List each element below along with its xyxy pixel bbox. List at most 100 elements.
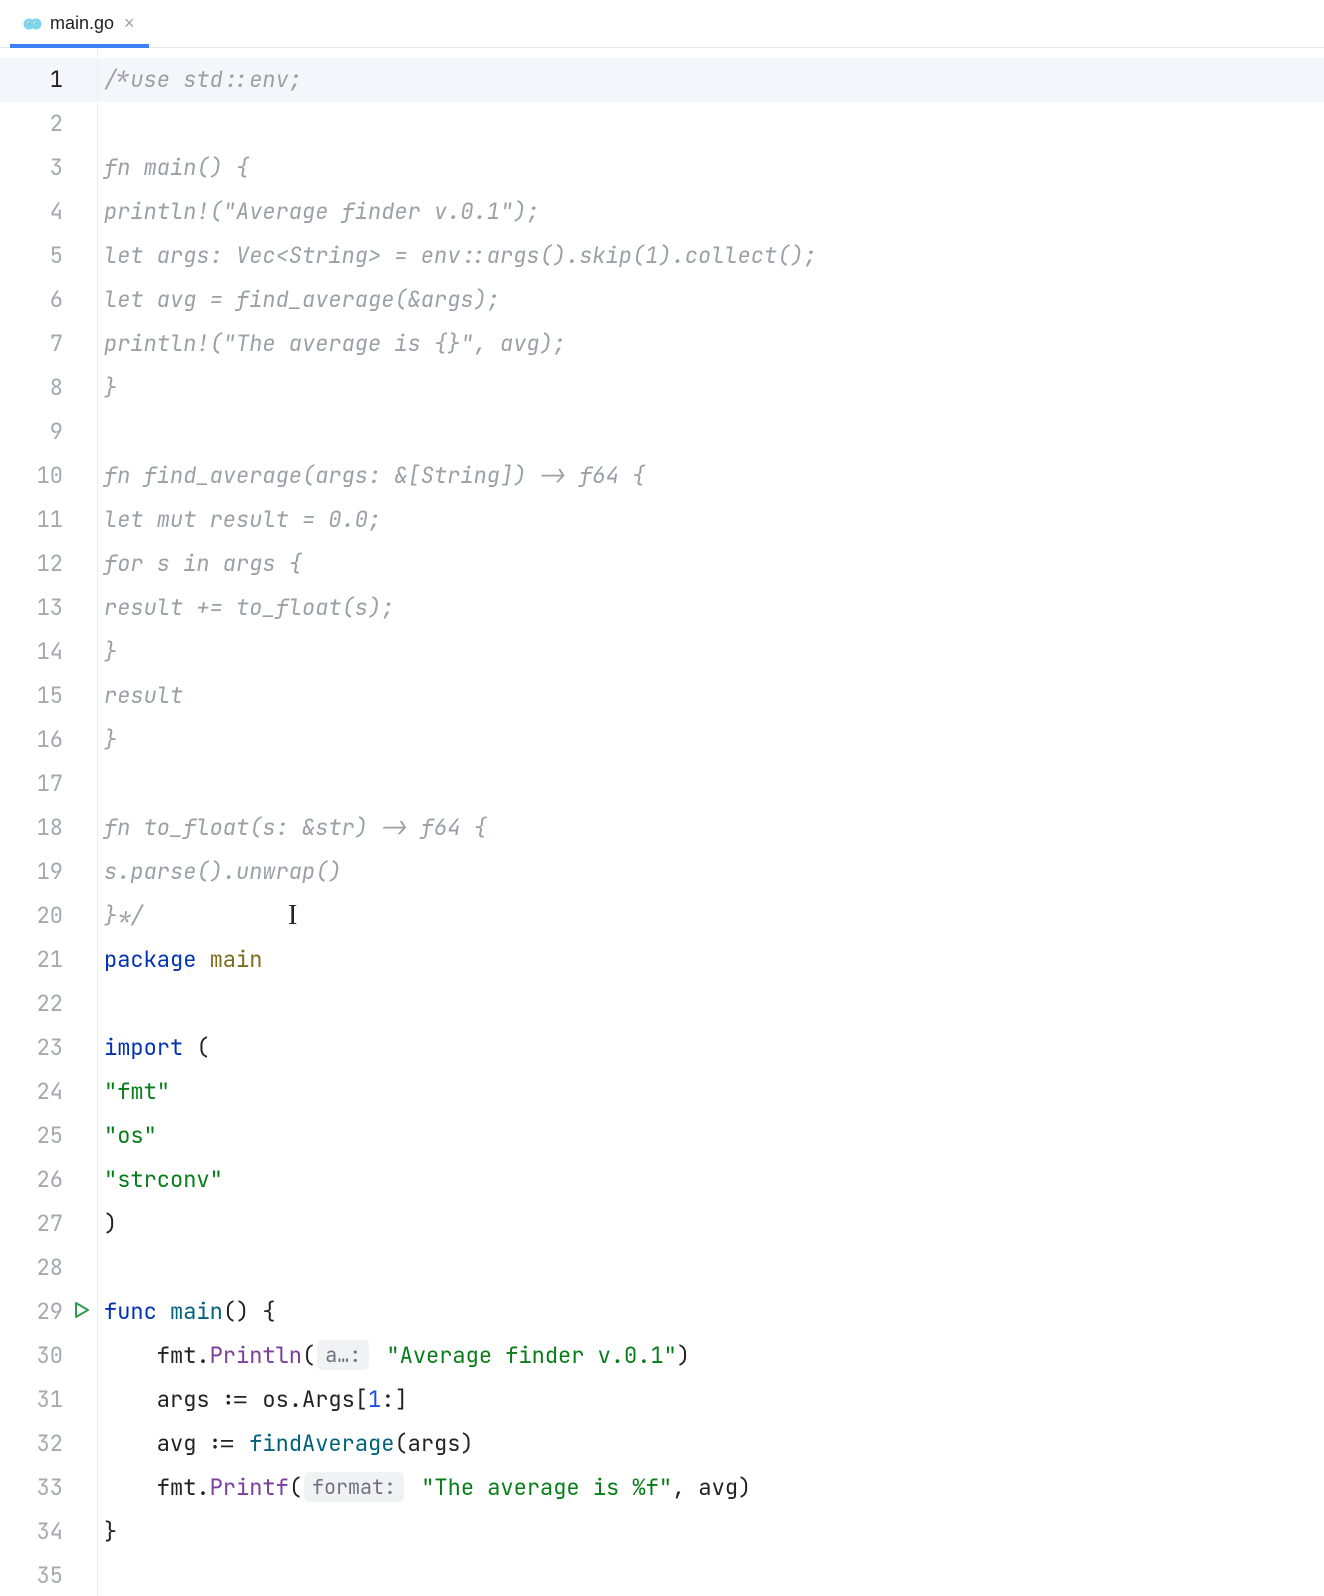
token: fn find_average(args: &[String]) -> f64 … [104, 461, 645, 490]
code-line[interactable] [98, 410, 1324, 454]
token: (args) [394, 1429, 473, 1458]
code-line[interactable]: for s in args { [98, 542, 1324, 586]
code-area[interactable]: I /*use std::env;fn main() {println!("Av… [98, 48, 1324, 1596]
gutter-line[interactable]: 16 [0, 718, 97, 762]
gutter-line[interactable]: 32 [0, 1422, 97, 1466]
token: ( [196, 1033, 209, 1062]
code-line[interactable]: fn find_average(args: &[String]) -> f64 … [98, 454, 1324, 498]
token: } [104, 1517, 117, 1546]
gutter-line[interactable]: 21 [0, 938, 97, 982]
gutter-line[interactable]: 14 [0, 630, 97, 674]
gutter-line[interactable]: 34 [0, 1510, 97, 1554]
gutter-line[interactable]: 12 [0, 542, 97, 586]
token: fmt [104, 1473, 196, 1502]
code-line[interactable]: "strconv" [98, 1158, 1324, 1202]
gutter-line[interactable]: 23 [0, 1026, 97, 1070]
gutter-line[interactable]: 33 [0, 1466, 97, 1510]
token: "Average finder v.0.1" [373, 1341, 677, 1370]
code-line[interactable]: println!("The average is {}", avg); [98, 322, 1324, 366]
code-line[interactable]: fn to_float(s: &str) -> f64 { [98, 806, 1324, 850]
code-line[interactable]: args := os.Args[1:] [98, 1378, 1324, 1422]
gutter-line[interactable]: 24 [0, 1070, 97, 1114]
token: "os" [104, 1121, 157, 1150]
gutter-line[interactable]: 10 [0, 454, 97, 498]
code-line[interactable]: result += to_float(s); [98, 586, 1324, 630]
code-line[interactable] [98, 762, 1324, 806]
token: s.parse().unwrap() [104, 857, 342, 886]
gutter-line[interactable]: 17 [0, 762, 97, 806]
token: import [104, 1033, 196, 1062]
code-line[interactable] [98, 1246, 1324, 1290]
gutter-line[interactable]: 28 [0, 1246, 97, 1290]
gutter-line[interactable]: 35 [0, 1554, 97, 1596]
code-line[interactable]: let mut result = 0.0; [98, 498, 1324, 542]
close-icon[interactable]: × [122, 13, 137, 34]
gutter[interactable]: 1234567891011121314151617181920212223242… [0, 48, 98, 1596]
tab-main-go[interactable]: main.go × [10, 0, 149, 47]
code-line[interactable]: let args: Vec<String> = env::args().skip… [98, 234, 1324, 278]
gutter-line[interactable]: 20 [0, 894, 97, 938]
code-line[interactable] [98, 982, 1324, 1026]
code-line[interactable]: s.parse().unwrap() [98, 850, 1324, 894]
gutter-line[interactable]: 15 [0, 674, 97, 718]
run-icon[interactable] [73, 1290, 91, 1334]
gutter-line[interactable]: 7 [0, 322, 97, 366]
token: , avg) [672, 1473, 751, 1502]
code-line[interactable]: func main() { [98, 1290, 1324, 1334]
token: fmt [104, 1341, 196, 1370]
code-line[interactable]: } [98, 630, 1324, 674]
gutter-line[interactable]: 18 [0, 806, 97, 850]
gutter-line[interactable]: 26 [0, 1158, 97, 1202]
token: :] [381, 1385, 407, 1414]
code-line[interactable]: } [98, 718, 1324, 762]
gutter-line[interactable]: 4 [0, 190, 97, 234]
code-line[interactable]: fmt.Println(a…: "Average finder v.0.1") [98, 1334, 1324, 1378]
code-line[interactable]: fmt.Printf(format: "The average is %f", … [98, 1466, 1324, 1510]
code-line[interactable]: } [98, 366, 1324, 410]
gutter-line[interactable]: 22 [0, 982, 97, 1026]
token: "The average is %f" [408, 1473, 672, 1502]
token: main [210, 945, 263, 974]
code-line[interactable]: }*/ [98, 894, 1324, 938]
gutter-line[interactable]: 11 [0, 498, 97, 542]
gutter-line[interactable]: 31 [0, 1378, 97, 1422]
gutter-line[interactable]: 9 [0, 410, 97, 454]
code-line[interactable] [98, 1554, 1324, 1596]
gutter-line[interactable]: 29 [0, 1290, 97, 1334]
gutter-line[interactable]: 19 [0, 850, 97, 894]
code-line[interactable]: let avg = find_average(&args); [98, 278, 1324, 322]
gutter-line[interactable]: 13 [0, 586, 97, 630]
code-line[interactable]: "os" [98, 1114, 1324, 1158]
code-line[interactable]: result [98, 674, 1324, 718]
gutter-line[interactable]: 27 [0, 1202, 97, 1246]
gutter-line[interactable]: 2 [0, 102, 97, 146]
gutter-line[interactable]: 3 [0, 146, 97, 190]
gutter-line[interactable]: 5 [0, 234, 97, 278]
token: ) [104, 1209, 117, 1238]
token: "strconv" [104, 1165, 223, 1194]
code-line[interactable]: fn main() { [98, 146, 1324, 190]
code-line[interactable] [98, 102, 1324, 146]
token: for s in args { [104, 549, 302, 578]
code-line[interactable]: ) [98, 1202, 1324, 1246]
code-line[interactable]: package main [98, 938, 1324, 982]
go-file-icon [22, 14, 42, 34]
token: () { [223, 1297, 276, 1326]
gutter-line[interactable]: 6 [0, 278, 97, 322]
token: let avg = find_average(&args); [104, 285, 500, 314]
code-line[interactable]: } [98, 1510, 1324, 1554]
token: 1 [368, 1385, 381, 1414]
gutter-line[interactable]: 25 [0, 1114, 97, 1158]
gutter-line[interactable]: 30 [0, 1334, 97, 1378]
code-line[interactable]: import ( [98, 1026, 1324, 1070]
token: result += to_float(s); [104, 593, 394, 622]
code-line[interactable]: "fmt" [98, 1070, 1324, 1114]
token: := [210, 1429, 250, 1458]
gutter-line[interactable]: 1 [0, 58, 97, 102]
code-line[interactable]: avg := findAverage(args) [98, 1422, 1324, 1466]
code-line[interactable]: println!("Average finder v.0.1"); [98, 190, 1324, 234]
gutter-line[interactable]: 8 [0, 366, 97, 410]
token: [ [355, 1385, 368, 1414]
token: Println [210, 1341, 302, 1370]
code-line[interactable]: /*use std::env; [98, 58, 1324, 102]
